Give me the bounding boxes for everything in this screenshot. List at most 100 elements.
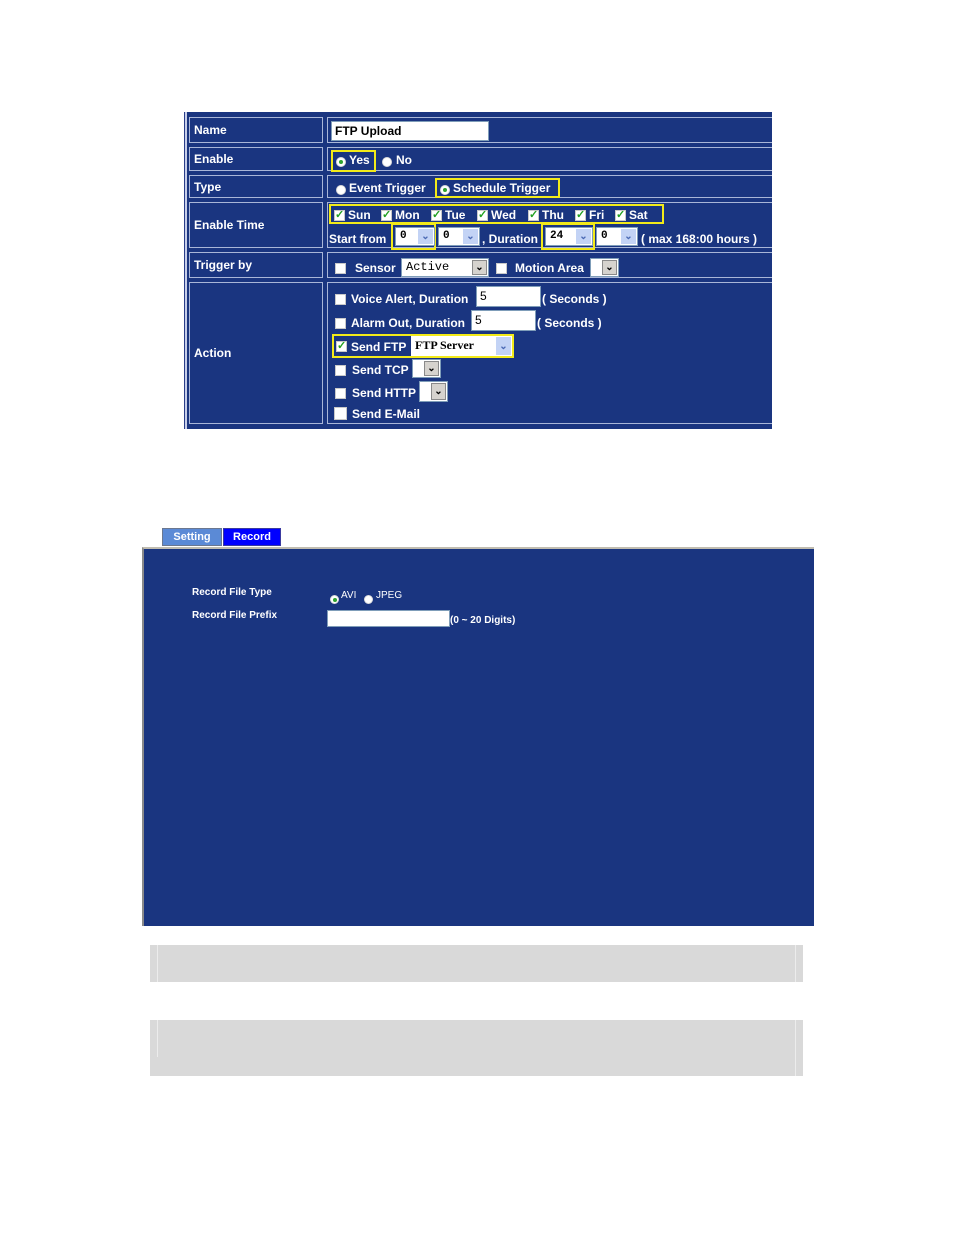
duration-label: , Duration — [482, 232, 538, 246]
duration-minute-value: 0 — [601, 230, 608, 242]
voice-alert-unit: ( Seconds ) — [542, 292, 607, 306]
checkbox-icon — [335, 294, 346, 306]
send-email-checkbox[interactable] — [334, 406, 347, 421]
name-label: Name — [189, 117, 323, 143]
send-ftp-value: FTP Server — [415, 338, 474, 352]
send-http-checkbox[interactable] — [335, 386, 346, 400]
chevron-down-icon: ⌄ — [472, 260, 487, 275]
checkmark-icon: ✓ — [336, 340, 347, 353]
weekday-mon[interactable]: ✓ Mon — [381, 208, 420, 222]
motion-area-select[interactable]: ⌄ — [590, 258, 619, 277]
type-cell: Event Trigger Schedule Trigger — [327, 175, 772, 198]
divider — [795, 945, 796, 982]
note-box — [150, 1020, 803, 1076]
checkbox-icon — [335, 263, 346, 275]
alarm-out-duration-input[interactable]: 5 — [471, 310, 536, 331]
action-label: Action — [189, 282, 323, 424]
sensor-value: Active — [406, 260, 450, 274]
row-action: Action Voice Alert, Duration 5 ( Seconds… — [186, 280, 772, 426]
radio-unselected-icon — [364, 595, 373, 605]
weekday-tue[interactable]: ✓ Tue — [431, 208, 465, 222]
enable-yes-radio[interactable] — [336, 154, 346, 168]
row-enable-time: Enable Time ✓ Sun ✓ Mon ✓ Tue ✓ Wed ✓ Thu ✓ Fri ✓ Sat… — [186, 200, 772, 250]
chevron-down-icon: ⌄ — [496, 337, 511, 355]
duration-minute-select[interactable]: 0 ⌄ — [596, 227, 638, 246]
send-http-label: Send HTTP — [352, 386, 417, 400]
voice-alert-checkbox[interactable] — [335, 292, 346, 306]
weekday-label: Tue — [445, 208, 466, 222]
enable-yes-label: Yes — [349, 153, 370, 167]
weekday-label: Fri — [589, 208, 605, 222]
chevron-down-icon: ⌄ — [602, 260, 617, 275]
weekday-label: Thu — [542, 208, 564, 222]
tab-setting[interactable]: Setting — [162, 528, 222, 546]
weekday-sat[interactable]: ✓ Sat — [615, 208, 648, 222]
type-schedule-radio[interactable] — [440, 182, 450, 196]
divider — [157, 1020, 158, 1057]
note-box — [150, 945, 803, 982]
weekday-sun[interactable]: ✓ Sun — [334, 208, 371, 222]
weekday-thu[interactable]: ✓ Thu — [528, 208, 564, 222]
chevron-down-icon: ⌄ — [424, 361, 439, 376]
radio-unselected-icon — [336, 184, 346, 195]
send-email-label: Send E-Mail — [352, 407, 421, 421]
send-ftp-checkbox[interactable]: ✓ — [336, 339, 347, 353]
tab-record[interactable]: Record — [223, 528, 281, 546]
checkmark-icon: ✓ — [431, 209, 442, 222]
motion-area-label: Motion Area — [515, 261, 584, 275]
type-event-radio[interactable] — [336, 182, 346, 196]
enable-label: Enable — [189, 147, 323, 171]
record-settings-panel: Record File Type AVI JPEG Record File Pr… — [142, 547, 814, 926]
file-type-jpeg-label: JPEG — [376, 590, 403, 601]
row-type: Type Event Trigger Schedule Trigger — [186, 173, 772, 200]
sensor-select[interactable]: Active ⌄ — [401, 258, 489, 277]
radio-selected-icon — [330, 595, 339, 605]
file-type-jpeg-radio[interactable] — [364, 591, 373, 609]
divider — [795, 1020, 796, 1076]
send-http-select[interactable]: ⌄ — [419, 381, 448, 402]
alarm-out-checkbox[interactable] — [335, 316, 346, 330]
sensor-label: Sensor — [355, 261, 396, 275]
file-type-avi-radio[interactable] — [330, 591, 339, 609]
duration-hour-select[interactable]: 24 ⌄ — [545, 227, 593, 246]
trigger-by-cell: Sensor Active ⌄ Motion Area ⌄ — [327, 252, 772, 278]
name-cell: FTP Upload — [327, 117, 772, 143]
file-type-avi-label: AVI — [341, 590, 357, 601]
send-ftp-select[interactable]: FTP Server ⌄ — [411, 336, 512, 356]
type-event-label: Event Trigger — [349, 181, 426, 195]
action-cell: Voice Alert, Duration 5 ( Seconds ) Alar… — [327, 282, 772, 424]
type-label: Type — [189, 175, 323, 198]
alarm-out-label: Alarm Out, Duration — [351, 316, 466, 330]
radio-selected-icon — [336, 156, 346, 167]
send-tcp-select[interactable]: ⌄ — [412, 359, 441, 378]
voice-alert-duration-input[interactable]: 5 — [476, 286, 541, 307]
max-hours-note: ( max 168:00 hours ) — [641, 232, 758, 246]
chevron-down-icon: ⌄ — [431, 383, 446, 400]
weekday-label: Sat — [629, 208, 648, 222]
checkbox-icon — [335, 388, 346, 400]
weekday-label: Sun — [348, 208, 371, 222]
sensor-checkbox[interactable] — [335, 261, 346, 275]
start-hour-select[interactable]: 0 ⌄ — [395, 227, 435, 246]
radio-selected-icon — [440, 184, 450, 195]
enable-cell: Yes No — [327, 147, 772, 172]
send-tcp-label: Send TCP — [352, 363, 409, 377]
divider — [157, 945, 158, 982]
radio-unselected-icon — [382, 156, 392, 167]
row-enable: Enable Yes No — [186, 145, 772, 173]
start-from-label: Start from — [329, 232, 387, 246]
record-file-prefix-input[interactable] — [327, 610, 450, 627]
name-input[interactable]: FTP Upload — [331, 121, 489, 141]
motion-area-checkbox[interactable] — [496, 261, 507, 275]
checkbox-icon — [496, 263, 507, 275]
record-file-prefix-hint: (0 ~ 20 Digits) — [450, 615, 516, 626]
checkbox-icon — [334, 407, 347, 421]
checkbox-icon — [335, 318, 346, 330]
checkbox-icon — [335, 365, 346, 377]
weekday-wed[interactable]: ✓ Wed — [477, 208, 516, 222]
enable-time-cell: ✓ Sun ✓ Mon ✓ Tue ✓ Wed ✓ Thu ✓ Fri ✓ Sat Start from … — [327, 202, 772, 250]
weekday-fri[interactable]: ✓ Fri — [575, 208, 604, 222]
send-tcp-checkbox[interactable] — [335, 363, 346, 377]
start-minute-select[interactable]: 0 ⌄ — [438, 227, 480, 246]
enable-no-radio[interactable] — [382, 154, 392, 168]
